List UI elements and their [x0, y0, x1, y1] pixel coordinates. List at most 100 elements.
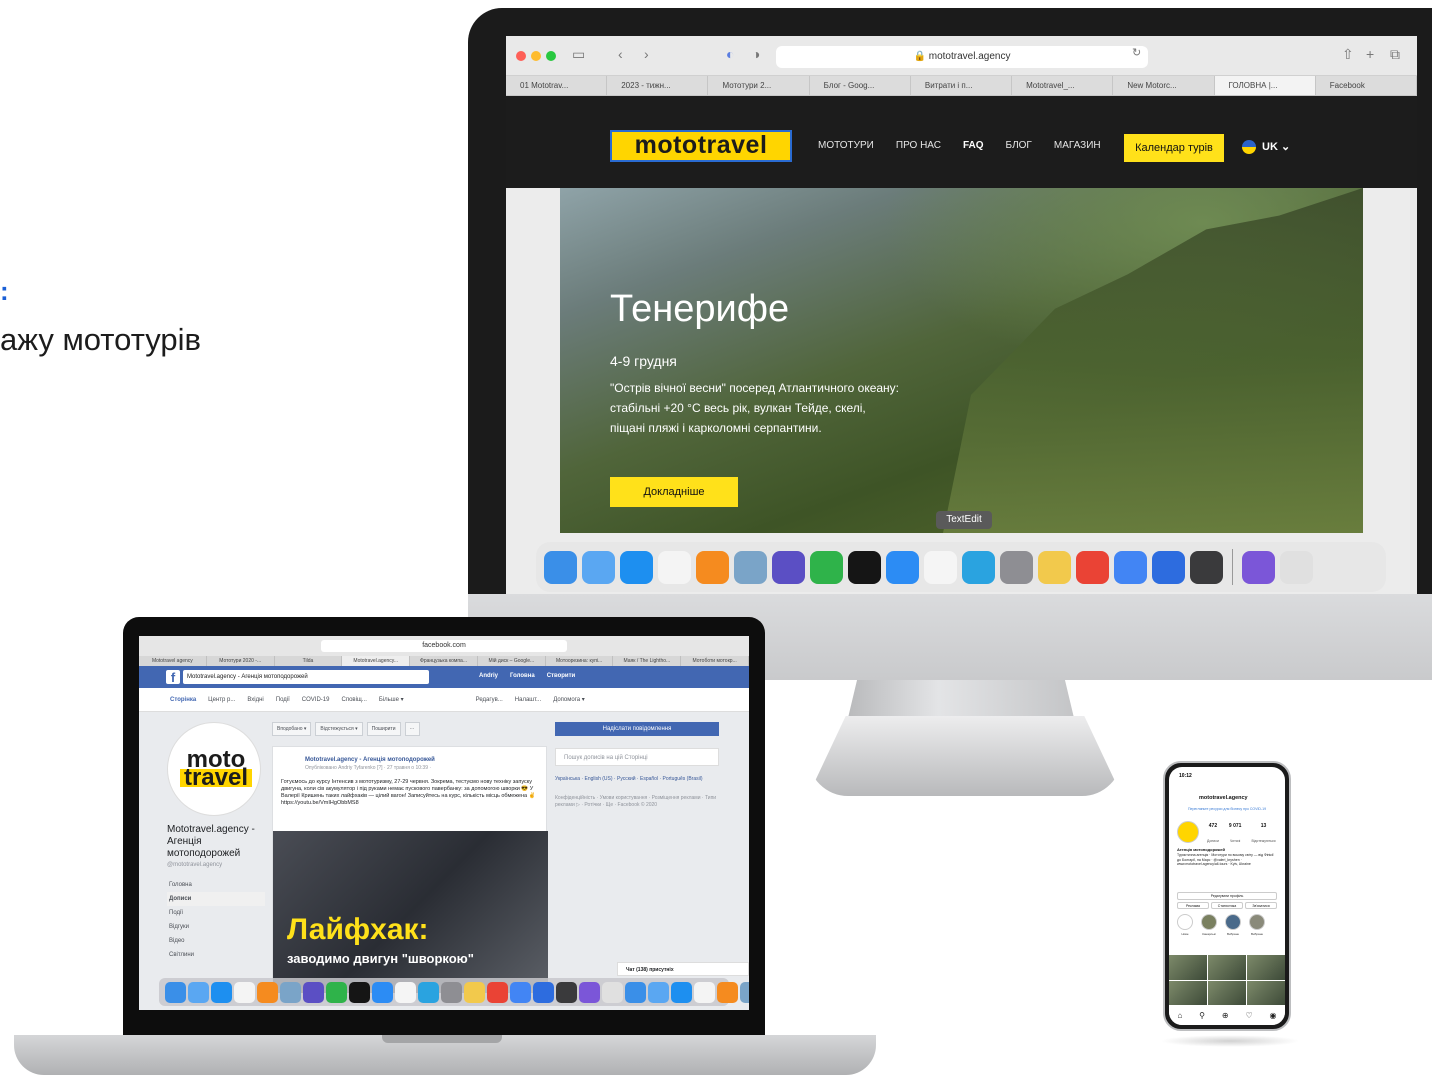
menu-item-photos[interactable]: Світлини	[167, 948, 265, 962]
dock-app-icon[interactable]	[1190, 550, 1223, 584]
dock-app-icon[interactable]	[772, 550, 805, 584]
tab-notifications[interactable]: Сповіщ...	[341, 697, 366, 703]
add-post-icon[interactable]: ⊕	[1222, 1011, 1229, 1020]
dock-app-icon[interactable]	[734, 550, 767, 584]
post-video[interactable]: Лайфхак: заводимо двигун "шворкою"	[273, 831, 548, 993]
promotions-button[interactable]: Реклама	[1177, 902, 1209, 909]
dock-app-icon[interactable]	[349, 981, 370, 1003]
privacy-shield-icon[interactable]: ◑	[752, 46, 760, 62]
dock-app-icon[interactable]	[579, 981, 600, 1003]
tab-more[interactable]: Більше ▾	[379, 696, 404, 703]
browser-tab[interactable]: Мототури 2...	[708, 76, 810, 95]
dock-app-icon[interactable]	[694, 981, 715, 1003]
site-logo[interactable]: mototravel	[610, 130, 792, 162]
stat-posts[interactable]: 472 Дописи	[1207, 823, 1219, 847]
post-thumbnail[interactable]	[1247, 955, 1285, 980]
dock-app-icon[interactable]	[602, 981, 623, 1003]
dock-app-icon[interactable]	[441, 981, 462, 1003]
dock-app-icon[interactable]	[303, 981, 324, 1003]
stat-followers[interactable]: 9 071 Читачі	[1229, 823, 1242, 847]
dock-app-icon[interactable]	[544, 550, 577, 584]
more-options-button[interactable]: ···	[404, 722, 420, 736]
facebook-logo-icon[interactable]: f	[166, 670, 180, 685]
sidebar-icon[interactable]: ▭	[572, 46, 585, 63]
address-bar[interactable]: facebook.com	[321, 640, 567, 652]
dock-app-icon[interactable]	[1000, 550, 1033, 584]
language-links[interactable]: Українська · English (US) · Русский · Es…	[555, 776, 719, 783]
dock-app-icon[interactable]	[188, 981, 209, 1003]
minimize-window-button[interactable]	[531, 51, 541, 61]
highlight-new[interactable]: Нове	[1177, 914, 1193, 936]
share-icon[interactable]: ⇧	[1342, 46, 1354, 63]
instagram-username[interactable]: mototravel.agency	[1199, 795, 1248, 801]
new-tab-icon[interactable]: +	[1366, 46, 1374, 62]
profile-link[interactable]: Andriy	[479, 673, 498, 679]
nav-item-blog[interactable]: БЛОГ	[1006, 140, 1032, 151]
profile-avatar[interactable]	[1177, 821, 1199, 843]
share-button[interactable]: Поширити	[366, 722, 401, 736]
dock-app-icon[interactable]	[671, 981, 692, 1003]
reload-icon[interactable]: ↻	[1132, 46, 1141, 59]
dock-app-icon[interactable]	[848, 550, 881, 584]
dock-app-icon[interactable]	[1038, 550, 1071, 584]
dock-app-icon[interactable]	[395, 981, 416, 1003]
tab-covid[interactable]: COVID-19	[302, 697, 330, 703]
post-thumbnail[interactable]	[1169, 955, 1207, 980]
browser-tab[interactable]: Маяк / The Lightho...	[613, 656, 682, 666]
post-thumbnail[interactable]	[1208, 980, 1246, 1005]
page-avatar[interactable]: moto travel	[167, 722, 261, 816]
dock-app-icon[interactable]	[533, 981, 554, 1003]
profile-icon[interactable]: ◉	[1270, 1011, 1277, 1020]
dock-app-icon[interactable]	[625, 981, 646, 1003]
nav-item-about[interactable]: ПРО НАС	[896, 140, 941, 151]
dock-app-icon[interactable]	[648, 981, 669, 1003]
browser-tab[interactable]: Витрати і п...	[911, 76, 1013, 95]
dock-app-icon[interactable]	[717, 981, 738, 1003]
page-posts-search-input[interactable]: Пошук дописів на цій Сторінці	[555, 748, 719, 766]
browser-tab[interactable]: Мій диск – Google...	[478, 656, 546, 666]
create-link[interactable]: Створити	[547, 673, 576, 679]
dock-app-icon[interactable]	[372, 981, 393, 1003]
tab-help[interactable]: Допомога ▾	[553, 696, 585, 703]
browser-tab[interactable]: Блог - Goog...	[810, 76, 911, 95]
insights-button[interactable]: Статистика	[1211, 902, 1243, 909]
dock-app-icon[interactable]	[165, 981, 186, 1003]
menu-item-videos[interactable]: Відео	[167, 934, 265, 948]
zoom-window-button[interactable]	[546, 51, 556, 61]
tour-calendar-button[interactable]: Календар турів	[1124, 134, 1224, 162]
more-details-button[interactable]: Докладніше	[610, 477, 738, 507]
browser-tab[interactable]: Французька компа...	[410, 656, 478, 666]
menu-item-events[interactable]: Події	[167, 906, 265, 920]
dock-app-icon[interactable]	[1076, 550, 1109, 584]
post-author[interactable]: Mototravel.agency - Агенція мотоподороже…	[305, 757, 435, 763]
browser-tab[interactable]: Mototravel_...	[1012, 76, 1114, 95]
menu-item-reviews[interactable]: Відгуки	[167, 920, 265, 934]
chat-bar[interactable]: Чат (138) присутніх	[617, 962, 749, 976]
browser-tab-active[interactable]: Mototravel.agency...	[342, 656, 411, 666]
dock-app-icon[interactable]	[810, 550, 843, 584]
tab-events[interactable]: Події	[276, 697, 290, 703]
dock-app-icon[interactable]	[696, 550, 729, 584]
browser-tab[interactable]: Facebook	[1316, 76, 1417, 95]
address-bar[interactable]: 🔒 mototravel.agency	[776, 46, 1148, 68]
dock-app-icon[interactable]	[1152, 550, 1185, 584]
dock-app-icon[interactable]	[658, 550, 691, 584]
browser-tab-active[interactable]: ГОЛОВНА |...	[1214, 76, 1316, 95]
language-selector[interactable]: UK ⌄	[1242, 140, 1290, 155]
dock-app-icon[interactable]	[740, 981, 749, 1003]
browser-tab[interactable]: Мотоботи мотокр...	[681, 656, 749, 666]
dock-app-icon[interactable]	[326, 981, 347, 1003]
dock-app-icon[interactable]	[1242, 550, 1275, 584]
browser-tab[interactable]: 01 Mototrav...	[506, 76, 608, 95]
tab-edit[interactable]: Редагув...	[476, 697, 503, 703]
tab-overview-icon[interactable]: ⧉	[1390, 46, 1400, 63]
search-icon[interactable]: ⚲	[1199, 1011, 1205, 1020]
dock-app-icon[interactable]	[464, 981, 485, 1003]
dock-app-icon[interactable]	[1280, 550, 1313, 584]
browser-tab[interactable]: Mototravel agency	[139, 656, 207, 666]
home-icon[interactable]: ⌂	[1177, 1011, 1182, 1020]
dock-app-icon[interactable]	[280, 981, 301, 1003]
send-message-button[interactable]: Надіслати повідомлення	[555, 722, 719, 736]
menu-item-posts[interactable]: Дописи	[167, 892, 265, 906]
post-thumbnail[interactable]	[1208, 955, 1246, 980]
